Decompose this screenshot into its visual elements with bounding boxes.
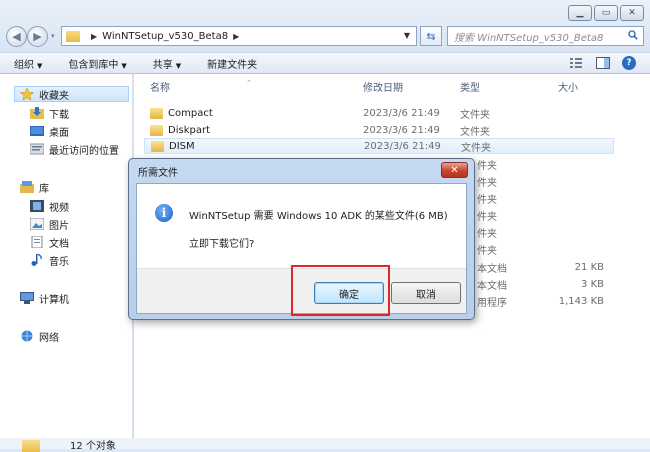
dialog-title: 所需文件	[138, 168, 178, 179]
video-icon	[30, 200, 44, 212]
dialog-close-button[interactable]: ✕	[441, 162, 468, 178]
library-icon	[20, 181, 34, 193]
file-row[interactable]: Compact 2023/3/6 21:49 文件夹	[144, 105, 614, 121]
breadcrumb-separator-icon[interactable]: ▶	[91, 32, 97, 41]
star-icon	[20, 88, 34, 100]
search-input[interactable]: 搜索 WinNTSetup_v530_Beta8	[447, 26, 644, 46]
refresh-button[interactable]: ⇆	[420, 26, 442, 46]
dialog-message: WinNTSetup 需要 Windows 10 ADK 的某些文件(6 MB)	[189, 211, 448, 222]
nav-network[interactable]: 网络	[20, 328, 59, 344]
pictures-icon	[30, 218, 44, 230]
network-icon	[21, 330, 33, 342]
file-type: 文件夹	[460, 126, 490, 138]
column-name[interactable]: 名称	[150, 79, 170, 94]
window-controls: ▁ ▭ ✕	[568, 5, 644, 21]
address-dropdown-icon[interactable]: ▼	[404, 31, 410, 40]
info-icon: i	[155, 204, 173, 222]
back-button[interactable]: ◀	[6, 26, 27, 47]
nav-libraries[interactable]: 库	[20, 179, 49, 195]
file-type: 件夹	[477, 245, 497, 257]
file-size: 3 KB	[581, 278, 604, 290]
share-menu[interactable]: 共享 ▼	[153, 56, 181, 71]
highlight-box	[291, 265, 390, 316]
file-type: 本文档	[477, 263, 507, 275]
toolbar-right: ?	[570, 56, 636, 70]
file-name: Compact	[168, 107, 213, 119]
breadcrumb-separator-icon[interactable]: ▶	[233, 32, 239, 41]
file-type: 用程序	[477, 297, 507, 309]
file-type: 件夹	[477, 228, 497, 240]
column-type[interactable]: 类型	[460, 79, 480, 94]
history-dropdown-icon[interactable]: ▾	[51, 32, 55, 40]
file-type: 本文档	[477, 280, 507, 292]
item-count: 12 个对象	[70, 441, 116, 452]
column-headers: ⌃ 名称 修改日期 类型 大小	[134, 74, 650, 96]
search-placeholder: 搜索 WinNTSetup_v530_Beta8	[454, 32, 604, 44]
computer-icon	[20, 292, 34, 304]
nav-documents[interactable]: 文档	[30, 234, 69, 250]
breadcrumb-path[interactable]: WinNTSetup_v530_Beta8	[102, 31, 228, 42]
file-row[interactable]: DISM 2023/3/6 21:49 文件夹	[144, 138, 614, 154]
column-date[interactable]: 修改日期	[363, 79, 403, 94]
file-type: 件夹	[477, 194, 497, 206]
nav-computer[interactable]: 计算机	[20, 290, 69, 306]
folder-icon	[66, 30, 80, 42]
nav-recent[interactable]: 最近访问的位置	[30, 141, 119, 157]
nav-desktop[interactable]: 桌面	[30, 123, 69, 139]
view-options-icon[interactable]	[570, 57, 584, 69]
maximize-button[interactable]: ▭	[594, 5, 618, 21]
help-icon[interactable]: ?	[622, 56, 636, 70]
preview-pane-icon[interactable]	[596, 57, 610, 69]
folder-icon	[150, 107, 163, 119]
address-row: ◀ ▶ ▾ ▶ WinNTSetup_v530_Beta8 ▶ ▼ ⇆ 搜索 W…	[0, 25, 650, 49]
file-size: 1,143 KB	[558, 295, 604, 307]
file-type: 件夹	[477, 160, 497, 172]
desktop-icon	[30, 126, 44, 136]
cancel-button[interactable]: 取消	[391, 282, 461, 304]
file-name: DISM	[169, 140, 195, 152]
recent-places-icon	[30, 143, 44, 155]
file-type: 文件夹	[460, 109, 490, 121]
file-type: 件夹	[477, 211, 497, 223]
file-date: 2023/3/6 21:49	[363, 124, 440, 136]
organize-menu[interactable]: 组织 ▼	[14, 56, 42, 71]
folder-icon	[151, 140, 164, 152]
file-type: 文件夹	[461, 142, 491, 154]
include-library-menu[interactable]: 包含到库中 ▼	[68, 56, 126, 71]
command-toolbar: 组织 ▼ 包含到库中 ▼ 共享 ▼ 新建文件夹 ?	[0, 52, 650, 74]
forward-button[interactable]: ▶	[27, 26, 48, 47]
file-row[interactable]: Diskpart 2023/3/6 21:49 文件夹	[144, 122, 614, 138]
sort-ascending-icon: ⌃	[246, 79, 252, 87]
folder-icon	[22, 440, 40, 452]
navigation-pane: 收藏夹 下载 桌面 最近访问的位置 库 视频 图片 文档 音乐 计算机 网络	[0, 74, 133, 438]
file-type: 件夹	[477, 177, 497, 189]
file-date: 2023/3/6 21:49	[364, 140, 441, 152]
file-size: 21 KB	[574, 261, 604, 273]
status-bar: 12 个对象	[0, 438, 650, 452]
nav-pictures[interactable]: 图片	[30, 216, 69, 232]
file-name: Diskpart	[168, 124, 210, 136]
nav-downloads[interactable]: 下载	[30, 105, 69, 121]
nav-music[interactable]: 音乐	[30, 252, 69, 268]
music-icon	[31, 254, 42, 266]
address-bar[interactable]: ▶ WinNTSetup_v530_Beta8 ▶ ▼	[61, 26, 417, 46]
explorer-window: ▁ ▭ ✕ ◀ ▶ ▾ ▶ WinNTSetup_v530_Beta8 ▶ ▼ …	[0, 0, 650, 452]
column-size[interactable]: 大小	[558, 79, 578, 94]
minimize-button[interactable]: ▁	[568, 5, 592, 21]
folder-icon	[150, 124, 163, 136]
nav-videos[interactable]: 视频	[30, 198, 69, 214]
dialog-question: 立即下载它们?	[189, 239, 255, 250]
documents-icon	[31, 236, 43, 248]
downloads-icon	[30, 107, 44, 119]
search-icon[interactable]	[628, 30, 638, 40]
nav-favorites[interactable]: 收藏夹	[14, 86, 129, 102]
new-folder-button[interactable]: 新建文件夹	[207, 56, 257, 71]
file-date: 2023/3/6 21:49	[363, 107, 440, 119]
close-window-button[interactable]: ✕	[620, 5, 644, 21]
